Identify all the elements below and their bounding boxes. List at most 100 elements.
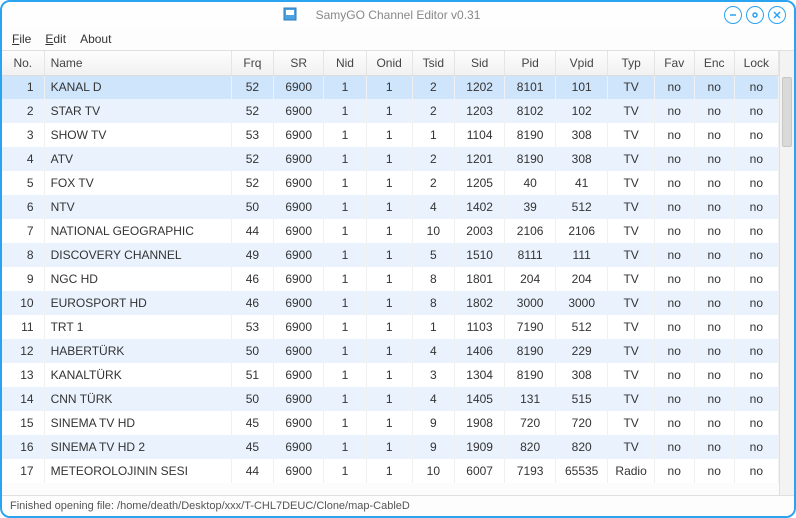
cell-name: METEOROLOJININ SESI bbox=[44, 459, 231, 483]
table-header[interactable]: No.NameFrqSRNidOnidTsidSidPidVpidTypFavE… bbox=[2, 51, 779, 75]
cell-nid: 1 bbox=[324, 363, 366, 387]
table-row[interactable]: 16SINEMA TV HD 24569001191909820820TVnon… bbox=[2, 435, 779, 459]
cell-lock: no bbox=[734, 243, 778, 267]
cell-sid: 6007 bbox=[454, 459, 505, 483]
cell-onid: 1 bbox=[366, 123, 412, 147]
col-sr[interactable]: SR bbox=[273, 51, 324, 75]
cell-vpid: 41 bbox=[555, 171, 608, 195]
cell-typ: TV bbox=[608, 267, 654, 291]
col-tsid[interactable]: Tsid bbox=[412, 51, 454, 75]
col-frq[interactable]: Frq bbox=[231, 51, 273, 75]
cell-frq: 52 bbox=[231, 99, 273, 123]
cell-tsid: 4 bbox=[412, 195, 454, 219]
cell-lock: no bbox=[734, 123, 778, 147]
table-row[interactable]: 10EUROSPORT HD466900118180230003000TVnon… bbox=[2, 291, 779, 315]
scrollbar-vertical[interactable] bbox=[779, 51, 794, 495]
cell-sid: 1802 bbox=[454, 291, 505, 315]
menu-about[interactable]: About bbox=[80, 32, 111, 46]
minimize-button[interactable] bbox=[724, 6, 742, 24]
cell-no: 2 bbox=[2, 99, 44, 123]
cell-frq: 50 bbox=[231, 387, 273, 411]
col-sid[interactable]: Sid bbox=[454, 51, 505, 75]
cell-enc: no bbox=[694, 267, 734, 291]
cell-sr: 6900 bbox=[273, 291, 324, 315]
col-typ[interactable]: Typ bbox=[608, 51, 654, 75]
col-lock[interactable]: Lock bbox=[734, 51, 778, 75]
cell-typ: TV bbox=[608, 339, 654, 363]
cell-enc: no bbox=[694, 315, 734, 339]
table-row[interactable]: 1KANAL D52690011212028101101TVnonono bbox=[2, 75, 779, 99]
cell-fav: no bbox=[654, 123, 694, 147]
cell-lock: no bbox=[734, 459, 778, 483]
table-row[interactable]: 15SINEMA TV HD4569001191908720720TVnonon… bbox=[2, 411, 779, 435]
cell-vpid: 308 bbox=[555, 123, 608, 147]
close-button[interactable] bbox=[768, 6, 786, 24]
col-nid[interactable]: Nid bbox=[324, 51, 366, 75]
table-container: No.NameFrqSRNidOnidTsidSidPidVpidTypFavE… bbox=[2, 50, 794, 496]
menu-file[interactable]: File bbox=[12, 32, 31, 46]
table-row[interactable]: 17METEOROLOJININ SESI4469001110600771936… bbox=[2, 459, 779, 483]
cell-frq: 44 bbox=[231, 459, 273, 483]
menu-edit[interactable]: Edit bbox=[45, 32, 66, 46]
cell-sid: 1402 bbox=[454, 195, 505, 219]
table-row[interactable]: 7NATIONAL GEOGRAPHIC44690011102003210621… bbox=[2, 219, 779, 243]
table-row[interactable]: 6NTV506900114140239512TVnonono bbox=[2, 195, 779, 219]
table-row[interactable]: 8DISCOVERY CHANNEL49690011515108111111TV… bbox=[2, 243, 779, 267]
channel-table[interactable]: No.NameFrqSRNidOnidTsidSidPidVpidTypFavE… bbox=[2, 51, 779, 483]
cell-onid: 1 bbox=[366, 459, 412, 483]
table-row[interactable]: 3SHOW TV53690011111048190308TVnonono bbox=[2, 123, 779, 147]
cell-nid: 1 bbox=[324, 195, 366, 219]
col-vpid[interactable]: Vpid bbox=[555, 51, 608, 75]
cell-frq: 46 bbox=[231, 291, 273, 315]
table-row[interactable]: 5FOX TV52690011212054041TVnonono bbox=[2, 171, 779, 195]
maximize-button[interactable] bbox=[746, 6, 764, 24]
cell-onid: 1 bbox=[366, 339, 412, 363]
cell-vpid: 111 bbox=[555, 243, 608, 267]
cell-onid: 1 bbox=[366, 411, 412, 435]
cell-fav: no bbox=[654, 387, 694, 411]
cell-no: 16 bbox=[2, 435, 44, 459]
cell-fav: no bbox=[654, 195, 694, 219]
channel-table-wrap: No.NameFrqSRNidOnidTsidSidPidVpidTypFavE… bbox=[2, 51, 779, 495]
col-enc[interactable]: Enc bbox=[694, 51, 734, 75]
table-row[interactable]: 4ATV52690011212018190308TVnonono bbox=[2, 147, 779, 171]
col-no[interactable]: No. bbox=[2, 51, 44, 75]
cell-enc: no bbox=[694, 363, 734, 387]
cell-sid: 1405 bbox=[454, 387, 505, 411]
cell-name: SHOW TV bbox=[44, 123, 231, 147]
col-onid[interactable]: Onid bbox=[366, 51, 412, 75]
titlebar[interactable]: SamyGO Channel Editor v0.31 bbox=[2, 2, 794, 28]
cell-no: 15 bbox=[2, 411, 44, 435]
cell-tsid: 1 bbox=[412, 315, 454, 339]
cell-no: 3 bbox=[2, 123, 44, 147]
cell-enc: no bbox=[694, 243, 734, 267]
cell-onid: 1 bbox=[366, 267, 412, 291]
cell-typ: TV bbox=[608, 123, 654, 147]
cell-nid: 1 bbox=[324, 75, 366, 99]
col-pid[interactable]: Pid bbox=[505, 51, 556, 75]
table-row[interactable]: 2STAR TV52690011212038102102TVnonono bbox=[2, 99, 779, 123]
cell-nid: 1 bbox=[324, 123, 366, 147]
scrollbar-thumb[interactable] bbox=[782, 77, 792, 147]
cell-onid: 1 bbox=[366, 195, 412, 219]
cell-pid: 204 bbox=[505, 267, 556, 291]
cell-enc: no bbox=[694, 291, 734, 315]
table-row[interactable]: 11TRT 153690011111037190512TVnonono bbox=[2, 315, 779, 339]
table-row[interactable]: 12HABERTÜRK50690011414068190229TVnonono bbox=[2, 339, 779, 363]
cell-tsid: 3 bbox=[412, 363, 454, 387]
cell-typ: TV bbox=[608, 243, 654, 267]
table-row[interactable]: 13KANALTÜRK51690011313048190308TVnonono bbox=[2, 363, 779, 387]
cell-no: 10 bbox=[2, 291, 44, 315]
col-name[interactable]: Name bbox=[44, 51, 231, 75]
cell-sr: 6900 bbox=[273, 459, 324, 483]
col-fav[interactable]: Fav bbox=[654, 51, 694, 75]
cell-typ: TV bbox=[608, 387, 654, 411]
cell-sr: 6900 bbox=[273, 363, 324, 387]
cell-vpid: 229 bbox=[555, 339, 608, 363]
cell-enc: no bbox=[694, 123, 734, 147]
cell-no: 17 bbox=[2, 459, 44, 483]
table-row[interactable]: 14CNN TÜRK5069001141405131515TVnonono bbox=[2, 387, 779, 411]
table-row[interactable]: 9NGC HD4669001181801204204TVnonono bbox=[2, 267, 779, 291]
cell-name: DISCOVERY CHANNEL bbox=[44, 243, 231, 267]
cell-tsid: 9 bbox=[412, 411, 454, 435]
